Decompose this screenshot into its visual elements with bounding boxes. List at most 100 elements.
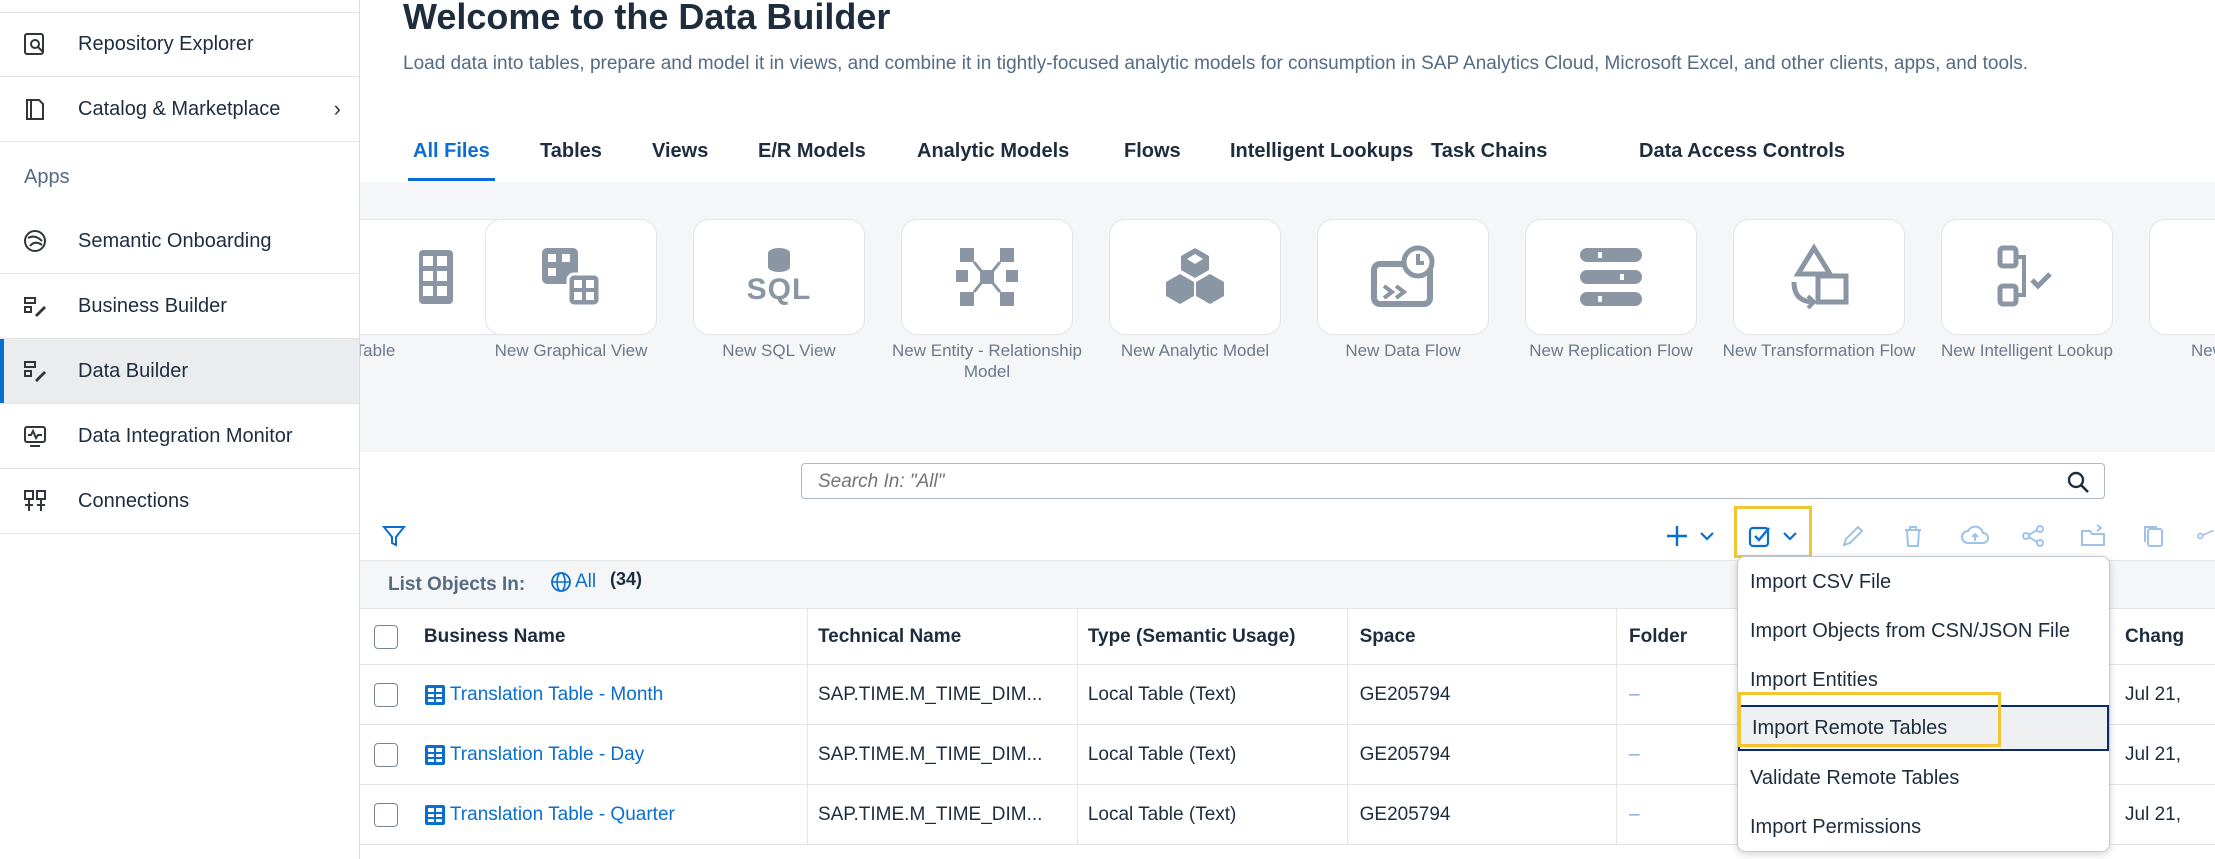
sidebar-item-data-integration-monitor[interactable]: Data Integration Monitor	[0, 404, 359, 469]
business-name-link[interactable]: Translation Table - Month	[424, 684, 806, 706]
row-select-cell	[360, 784, 424, 845]
sidebar-item-business-builder[interactable]: Business Builder	[0, 274, 359, 339]
copy-icon[interactable]	[2138, 520, 2168, 552]
sidebar-item-label: Data Integration Monitor	[78, 424, 293, 447]
add-menu-button[interactable]	[1660, 520, 1720, 552]
menu-item-import-permissions[interactable]: Import Permissions	[1738, 804, 2109, 850]
column-header-changed[interactable]: Chang	[2115, 608, 2215, 665]
row-checkbox[interactable]	[374, 742, 398, 767]
catalog-icon	[20, 94, 50, 124]
row-checkbox[interactable]	[374, 802, 398, 827]
changed-cell: Jul 21,	[2115, 784, 2215, 845]
column-header-space[interactable]: Space	[1347, 608, 1618, 665]
technical-name-cell: SAP.TIME.M_TIME_DIM...	[807, 724, 1078, 785]
tab-bar: All Files Tables Views E/R Models Analyt…	[360, 112, 2215, 183]
tab-task-chains[interactable]: Task Chains	[1431, 140, 1547, 163]
type-cell: Local Table (Text)	[1077, 784, 1348, 845]
sidebar-item-semantic-onboarding[interactable]: Semantic Onboarding	[0, 209, 359, 274]
tab-er-models[interactable]: E/R Models	[758, 140, 866, 163]
tile-new-transformation-flow[interactable]	[1733, 219, 1905, 335]
tile-label: New Data Flow	[1345, 341, 1461, 360]
sql-icon-text: SQL	[746, 273, 812, 306]
edit-icon[interactable]	[1838, 520, 1868, 552]
tile-new-data-flow[interactable]	[1317, 219, 1489, 335]
chevron-down-icon	[1783, 532, 1797, 541]
tile-new-graphical-view[interactable]	[485, 219, 657, 335]
deploy-icon[interactable]	[1958, 520, 1992, 552]
search-field[interactable]	[801, 463, 2105, 499]
tab-tables[interactable]: Tables	[540, 140, 602, 163]
tab-all-files[interactable]: All Files	[413, 140, 490, 163]
chevron-down-icon	[1700, 532, 1714, 541]
business-name-text: Translation Table - Month	[449, 683, 664, 705]
sidebar-item-data-builder[interactable]: Data Builder	[0, 339, 359, 404]
tile-new-intelligent-lookup[interactable]	[1941, 219, 2113, 335]
sidebar-item-label: Connections	[78, 489, 190, 512]
type-cell: Local Table (Text)	[1077, 724, 1348, 785]
sidebar-item-connections[interactable]: Connections	[0, 469, 359, 534]
business-name-link[interactable]: Translation Table - Day	[424, 744, 806, 766]
technical-name-cell: SAP.TIME.M_TIME_DIM...	[807, 664, 1078, 725]
search-icon[interactable]	[2066, 470, 2090, 499]
share-icon[interactable]	[2018, 520, 2048, 552]
tile-new-analytic-model[interactable]	[1109, 219, 1281, 335]
sidebar-item-catalog-marketplace[interactable]: Catalog & Marketplace ›	[0, 77, 359, 142]
search-input[interactable]	[816, 470, 2020, 494]
select-all-cell	[360, 608, 424, 665]
tab-views[interactable]: Views	[652, 140, 708, 163]
scope-all-link[interactable]: All	[550, 571, 596, 593]
tile-label: New Graphical View	[494, 341, 648, 360]
menu-item-validate-remote-tables[interactable]: Validate Remote Tables	[1738, 755, 2109, 801]
space-cell: GE205794	[1347, 784, 1618, 845]
semantic-icon	[20, 226, 50, 256]
sidebar: Repository Explorer Catalog & Marketplac…	[0, 0, 360, 859]
tile-label: New Entity - Relationship Model	[892, 341, 1082, 381]
business-name-cell: Translation Table - Day	[423, 724, 808, 785]
monitor-icon	[20, 421, 50, 451]
business-name-link[interactable]: Translation Table - Quarter	[424, 804, 806, 826]
tile-new-sql-view[interactable]: SQL	[693, 219, 865, 335]
business-name-cell: Translation Table - Month	[423, 664, 808, 725]
tab-data-access-controls[interactable]: Data Access Controls	[1639, 140, 1845, 163]
new-tile-icon	[2200, 242, 2215, 312]
tile-new-partial[interactable]	[2149, 219, 2215, 335]
tile-label: New Analytic Model	[1120, 341, 1270, 360]
tiles-carousel: Table New Graphical View SQL New SQL Vie…	[360, 182, 2215, 452]
tile-new-er-model[interactable]	[901, 219, 1073, 335]
select-all-checkbox[interactable]	[374, 624, 398, 649]
tab-analytic-models[interactable]: Analytic Models	[917, 140, 1069, 163]
column-header-type[interactable]: Type (Semantic Usage)	[1077, 608, 1348, 665]
menu-item-import-remote-tables[interactable]: Import Remote Tables	[1738, 705, 2109, 751]
tile-label: New Transformation Flow	[1722, 341, 1916, 360]
tab-intelligent-lookups[interactable]: Intelligent Lookups	[1230, 140, 1413, 163]
menu-item-import-objects-csn-json[interactable]: Import Objects from CSN/JSON File	[1738, 608, 2109, 654]
delete-icon[interactable]	[1898, 520, 1928, 552]
menu-item-import-entities[interactable]: Import Entities	[1738, 657, 2109, 703]
import-menu-button[interactable]	[1738, 520, 1808, 552]
column-header-technical-name[interactable]: Technical Name	[807, 608, 1078, 665]
table-icon	[419, 250, 453, 304]
sidebar-item-repository-explorer[interactable]: Repository Explorer	[0, 12, 359, 77]
menu-item-import-csv-file[interactable]: Import CSV File	[1738, 559, 2109, 605]
business-name-text: Translation Table - Quarter	[449, 803, 675, 825]
data-builder-icon	[20, 356, 50, 386]
page-subtitle: Load data into tables, prepare and model…	[403, 53, 2029, 74]
data-flow-icon	[1371, 245, 1435, 307]
row-checkbox[interactable]	[374, 682, 398, 707]
row-select-cell	[360, 724, 424, 785]
chevron-right-icon: ›	[333, 96, 341, 121]
move-to-folder-icon[interactable]	[2078, 520, 2108, 552]
changed-cell: Jul 21,	[2115, 724, 2215, 785]
tab-flows[interactable]: Flows	[1124, 140, 1181, 163]
tile-new-replication-flow[interactable]	[1525, 219, 1697, 335]
sidebar-section-apps: Apps	[24, 166, 70, 188]
column-header-business-name[interactable]: Business Name	[423, 608, 808, 665]
tile-label: Table	[360, 341, 396, 360]
table-icon	[424, 744, 445, 765]
sidebar-item-label: Repository Explorer	[78, 32, 254, 55]
more-icon[interactable]	[2194, 520, 2215, 552]
filter-icon[interactable]	[382, 520, 406, 552]
technical-name-cell: SAP.TIME.M_TIME_DIM...	[807, 784, 1078, 845]
space-cell: GE205794	[1347, 664, 1618, 725]
sidebar-item-label: Data Builder	[78, 359, 189, 382]
